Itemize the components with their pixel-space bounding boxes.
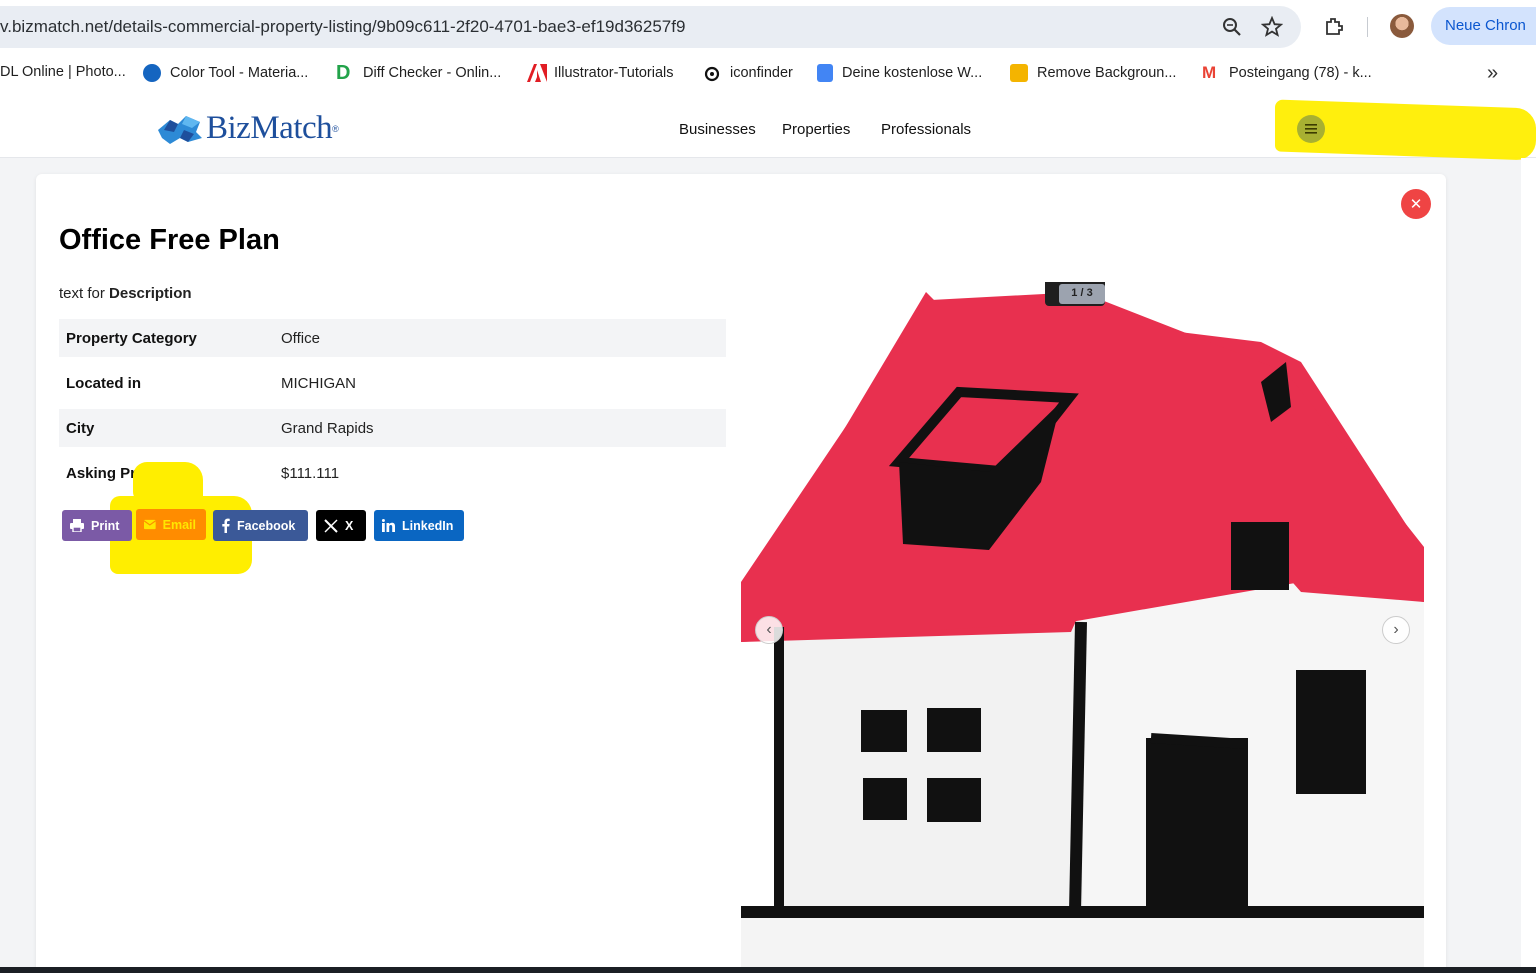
gallery-counter: 1 / 3 bbox=[1059, 284, 1105, 304]
printer-icon bbox=[70, 519, 84, 532]
chevron-right-icon: › bbox=[1393, 621, 1399, 638]
facebook-icon bbox=[222, 518, 230, 533]
color-tool-icon bbox=[143, 64, 161, 82]
adobe-icon bbox=[527, 64, 547, 82]
bookmark-4[interactable]: Illustrator-Tutorials bbox=[527, 64, 674, 82]
table-row: City Grand Rapids bbox=[59, 409, 726, 447]
table-row: Property Category Office bbox=[59, 319, 726, 357]
remove-bg-icon bbox=[1010, 64, 1028, 82]
iconfinder-icon bbox=[703, 64, 721, 82]
table-row: Located in MICHIGAN bbox=[66, 374, 356, 392]
linkedin-icon bbox=[382, 519, 395, 532]
profile-chip[interactable]: Neue Chron bbox=[1431, 7, 1536, 45]
facebook-share-button[interactable]: Facebook bbox=[213, 510, 308, 541]
hamburger-icon bbox=[1305, 124, 1317, 134]
logo-text: BizMatch bbox=[206, 110, 333, 146]
logo-registered: ® bbox=[332, 123, 339, 134]
puzzle-logo-icon bbox=[158, 115, 202, 144]
close-icon: ✕ bbox=[1409, 196, 1423, 213]
image-gallery[interactable] bbox=[741, 282, 1424, 973]
bookmark-5[interactable]: iconfinder bbox=[703, 64, 793, 82]
google-docs-icon bbox=[817, 64, 833, 82]
bookmark-8[interactable]: M Posteingang (78) - k... bbox=[1202, 64, 1372, 82]
profile-avatar[interactable] bbox=[1390, 14, 1414, 38]
listing-title: Office Free Plan bbox=[59, 224, 280, 256]
bookmark-3[interactable]: D Diff Checker - Onlin... bbox=[336, 62, 501, 84]
x-share-button[interactable]: X bbox=[316, 510, 366, 541]
x-logo-icon bbox=[324, 518, 338, 533]
nav-properties[interactable]: Properties bbox=[782, 121, 850, 138]
linkedin-share-button[interactable]: LinkedIn bbox=[374, 510, 464, 541]
gallery-next-button[interactable]: › bbox=[1382, 616, 1410, 644]
bookmark-1[interactable]: DL Online | Photo... bbox=[0, 64, 126, 80]
bookmark-2[interactable]: Color Tool - Materia... bbox=[143, 64, 308, 82]
envelope-icon bbox=[144, 519, 156, 530]
house-illustration bbox=[741, 282, 1424, 973]
chevron-left-icon: ‹ bbox=[766, 621, 772, 638]
toolbar-separator bbox=[1367, 17, 1368, 37]
print-button[interactable]: Print bbox=[62, 510, 132, 541]
address-bar[interactable]: v.bizmatch.net/details-commercial-proper… bbox=[0, 6, 1301, 48]
close-button[interactable]: ✕ bbox=[1401, 189, 1431, 219]
bookmark-star-icon[interactable] bbox=[1261, 16, 1283, 38]
nav-businesses[interactable]: Businesses bbox=[679, 121, 756, 138]
bookmark-6[interactable]: Deine kostenlose W... bbox=[817, 64, 982, 82]
gallery-prev-button[interactable]: ‹ bbox=[755, 616, 783, 644]
listing-description: text for Description bbox=[59, 285, 192, 302]
email-button[interactable]: Email bbox=[136, 509, 206, 540]
zoom-icon[interactable] bbox=[1221, 16, 1243, 38]
browser-chrome: v.bizmatch.net/details-commercial-proper… bbox=[0, 0, 1536, 100]
os-taskbar bbox=[0, 967, 1536, 973]
bookmarks-bar: DL Online | Photo... Color Tool - Materi… bbox=[0, 56, 1536, 90]
gmail-icon: M bbox=[1202, 63, 1217, 82]
bizmatch-logo[interactable]: BizMatch ® bbox=[156, 110, 339, 147]
diff-checker-icon: D bbox=[336, 62, 351, 84]
extensions-icon[interactable] bbox=[1323, 15, 1345, 37]
menu-button[interactable] bbox=[1297, 115, 1325, 143]
more-bookmarks-icon[interactable]: » bbox=[1487, 62, 1498, 85]
nav-professionals[interactable]: Professionals bbox=[881, 121, 971, 138]
url-text[interactable]: v.bizmatch.net/details-commercial-proper… bbox=[0, 17, 685, 37]
scroll-gutter bbox=[1521, 158, 1536, 973]
bookmark-7[interactable]: Remove Backgroun... bbox=[1010, 64, 1176, 82]
